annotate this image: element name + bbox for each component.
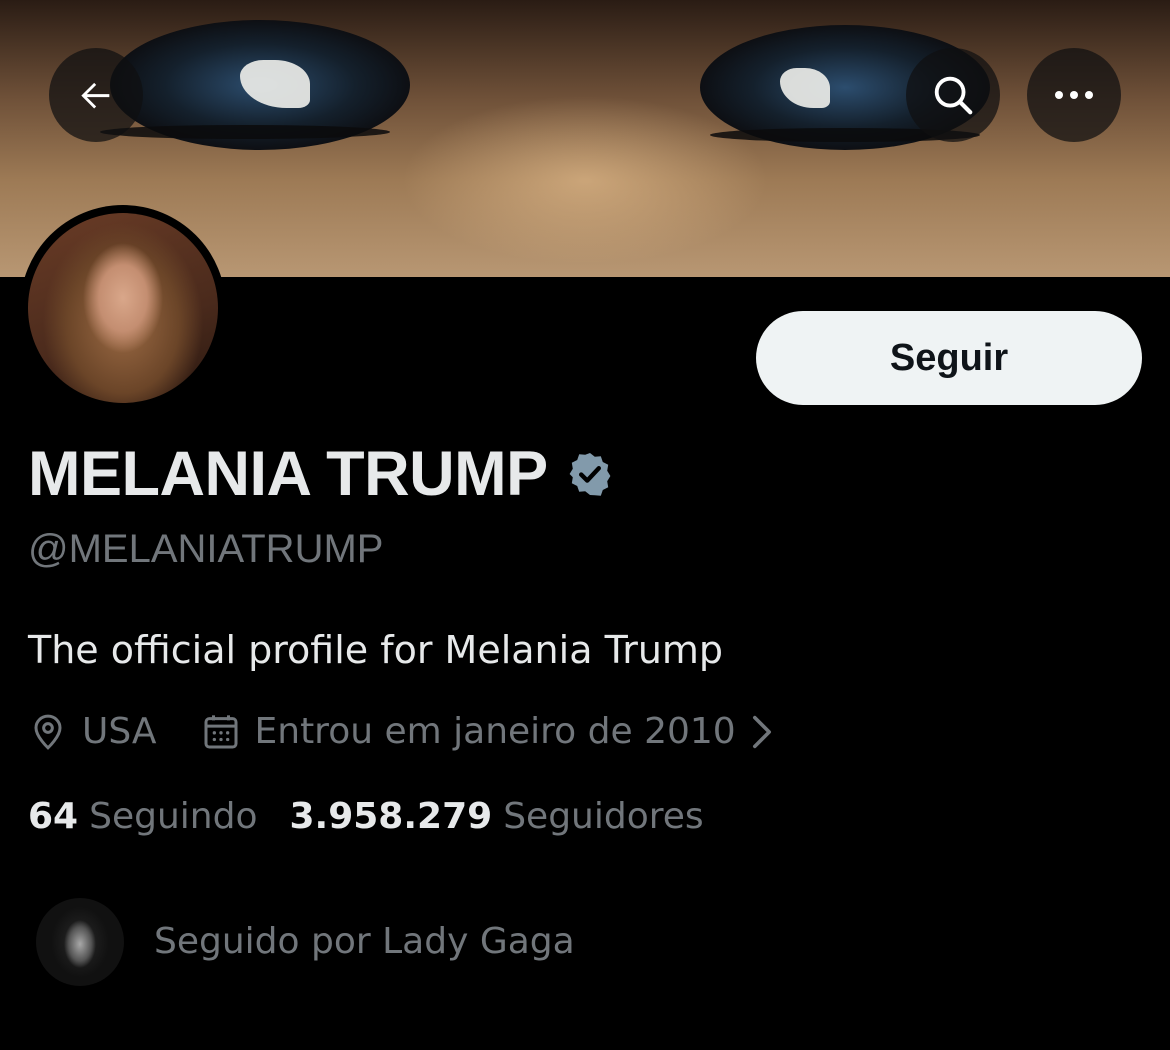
search-icon bbox=[934, 76, 973, 115]
more-horizontal-icon bbox=[1055, 91, 1093, 99]
followers-label: Seguidores bbox=[503, 796, 704, 837]
followers-count: 3.958.279 bbox=[289, 796, 493, 837]
profile-bio: The official profile for Melania Trump bbox=[28, 628, 724, 672]
profile-avatar[interactable] bbox=[20, 205, 226, 411]
followed-by-text: Seguido por Lady Gaga bbox=[154, 921, 575, 962]
back-button[interactable] bbox=[49, 48, 143, 142]
profile-handle: @MELANIATRUMP bbox=[28, 527, 384, 571]
following-link[interactable]: 64 Seguindo bbox=[28, 792, 257, 842]
following-count: 64 bbox=[28, 796, 79, 837]
profile-stats: 64 Seguindo 3.958.279 Seguidores bbox=[28, 792, 704, 842]
verified-badge-icon[interactable] bbox=[566, 450, 614, 498]
chevron-right-icon bbox=[752, 715, 771, 749]
profile-meta: USA Entrou em janeiro de 2010 bbox=[28, 706, 774, 758]
more-button[interactable] bbox=[1027, 48, 1121, 142]
followed-by[interactable]: Seguido por Lady Gaga bbox=[36, 898, 575, 986]
location-text: USA bbox=[82, 711, 157, 752]
followers-link[interactable]: 3.958.279 Seguidores bbox=[289, 792, 703, 842]
banner-lash-left bbox=[100, 125, 390, 139]
arrow-left-icon bbox=[81, 82, 110, 109]
joined-text: Entrou em janeiro de 2010 bbox=[254, 711, 736, 752]
profile-joined-date[interactable]: Entrou em janeiro de 2010 bbox=[201, 706, 774, 758]
location-pin-icon bbox=[34, 714, 62, 750]
search-button[interactable] bbox=[906, 48, 1000, 142]
profile-location: USA bbox=[28, 706, 157, 758]
follow-button[interactable]: Seguir bbox=[756, 311, 1142, 405]
following-label: Seguindo bbox=[89, 796, 258, 837]
calendar-icon bbox=[204, 715, 237, 749]
profile-name-row: MELANIA TRUMP bbox=[28, 438, 614, 510]
display-name: MELANIA TRUMP bbox=[28, 439, 548, 509]
follower-avatar[interactable] bbox=[36, 898, 124, 986]
profile-avatar-image bbox=[28, 213, 218, 403]
